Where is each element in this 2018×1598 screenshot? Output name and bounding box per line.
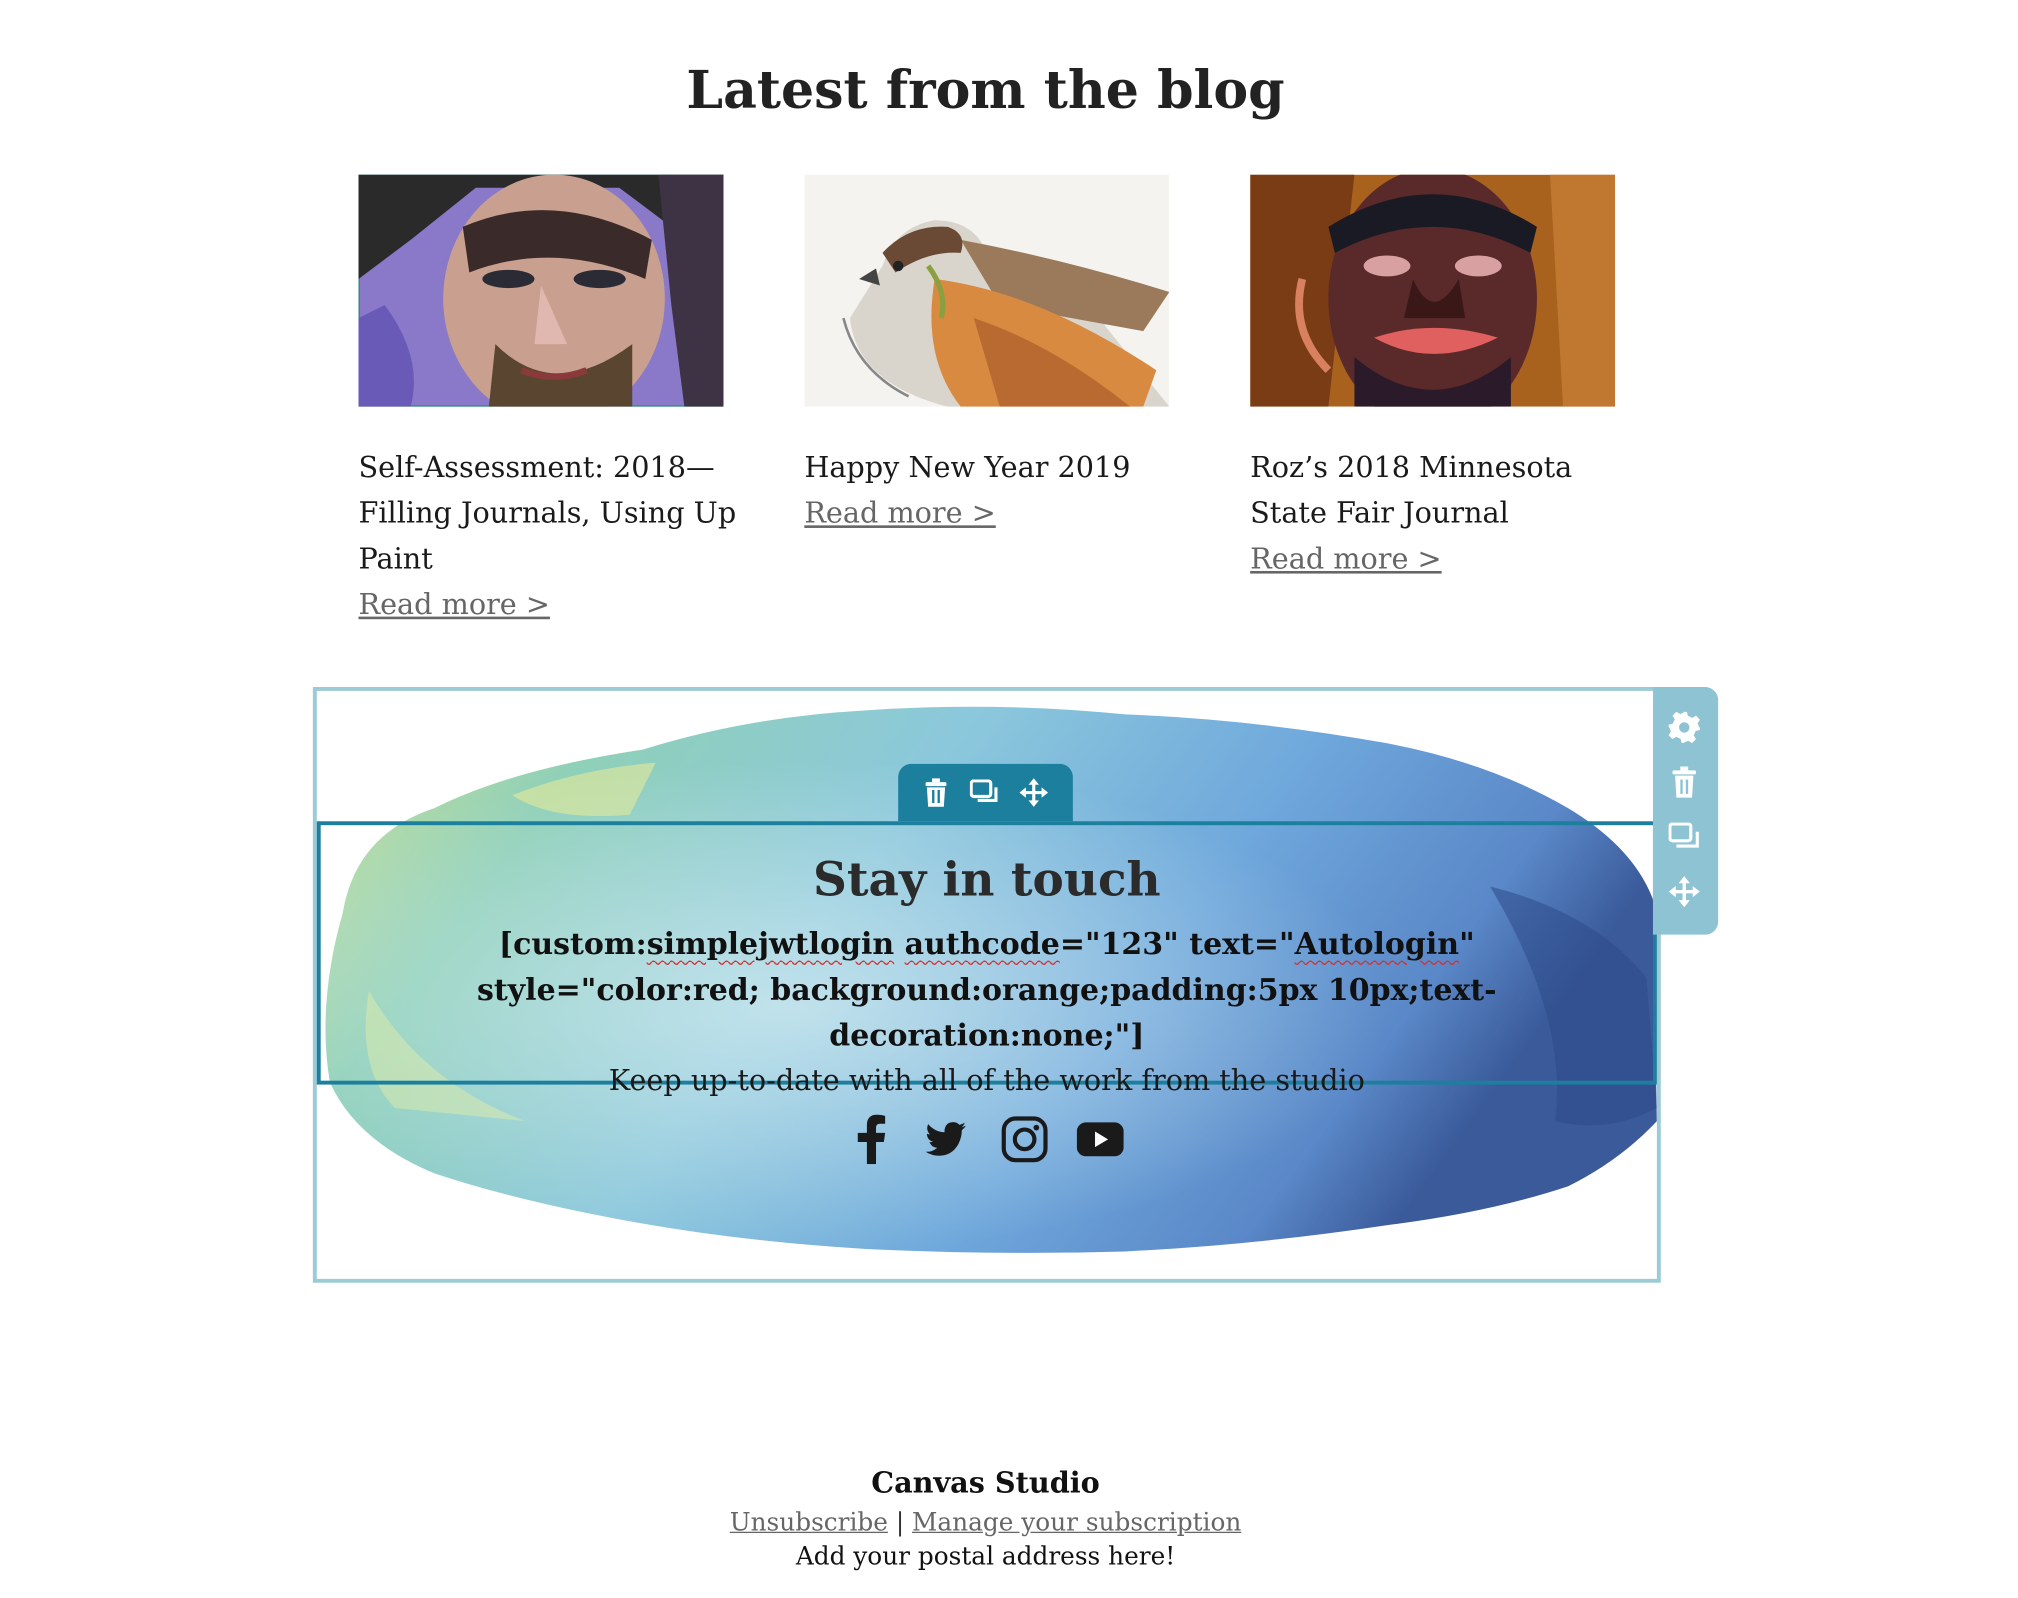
- twitter-icon[interactable]: [920, 1111, 972, 1168]
- trash-icon[interactable]: [918, 774, 955, 811]
- block-side-toolbar: [1652, 686, 1719, 935]
- trash-icon[interactable]: [1666, 764, 1703, 801]
- link-separator: |: [895, 1508, 905, 1537]
- post-thumbnail-portrait-man[interactable]: [358, 174, 724, 407]
- manage-subscription-link[interactable]: Manage your subscription: [912, 1508, 1241, 1537]
- newsletter-text-block[interactable]: Stay in touch [custom:simplejwtlogin aut…: [316, 821, 1657, 1098]
- footer-brand: Canvas Studio: [871, 1466, 1100, 1501]
- post-title[interactable]: Happy New Year 2019: [804, 446, 1182, 492]
- newsletter-title[interactable]: Stay in touch: [321, 851, 1653, 908]
- newsletter-tagline[interactable]: Keep up-to-date with all of the work fro…: [321, 1059, 1653, 1105]
- read-more-link[interactable]: Read more >: [804, 491, 995, 537]
- youtube-icon[interactable]: [1074, 1111, 1126, 1168]
- read-more-link[interactable]: Read more >: [1250, 537, 1441, 583]
- gear-icon[interactable]: [1666, 709, 1703, 746]
- post-title[interactable]: Roz’s 2018 Minnesota State Fair Journal: [1250, 446, 1628, 537]
- email-editor-canvas: Latest from the blog Self-Assessment: 20…: [0, 0, 2018, 1598]
- instagram-icon[interactable]: [999, 1111, 1051, 1168]
- footer-links: Unsubscribe | Manage your subscription: [0, 1508, 1971, 1537]
- read-more-link[interactable]: Read more >: [358, 583, 549, 629]
- unsubscribe-link[interactable]: Unsubscribe: [730, 1508, 888, 1537]
- post-thumbnail-portrait[interactable]: [1250, 174, 1616, 407]
- duplicate-icon[interactable]: [966, 774, 1003, 811]
- blog-post-card: Happy New Year 2019 Read more >: [804, 174, 1182, 537]
- post-title[interactable]: Self-Assessment: 2018—Filling Journals, …: [358, 446, 736, 583]
- social-icons: [845, 1111, 1132, 1168]
- post-thumbnail-bird[interactable]: [804, 174, 1170, 407]
- duplicate-icon[interactable]: [1666, 819, 1703, 856]
- blog-heading: Latest from the blog: [686, 59, 1285, 122]
- move-icon[interactable]: [1016, 774, 1053, 811]
- move-icon[interactable]: [1666, 873, 1703, 910]
- shortcode-text[interactable]: [custom:simplejwtlogin authcode="123" te…: [399, 922, 1575, 1059]
- blog-post-card: Self-Assessment: 2018—Filling Journals, …: [358, 174, 736, 629]
- footer: Canvas Studio Unsubscribe | Manage your …: [0, 1467, 1971, 1571]
- blog-post-card: Roz’s 2018 Minnesota State Fair Journal …: [1250, 174, 1628, 583]
- text-block-toolbar: [898, 763, 1073, 822]
- postal-address: Add your postal address here!: [795, 1542, 1176, 1571]
- facebook-icon[interactable]: [845, 1111, 897, 1168]
